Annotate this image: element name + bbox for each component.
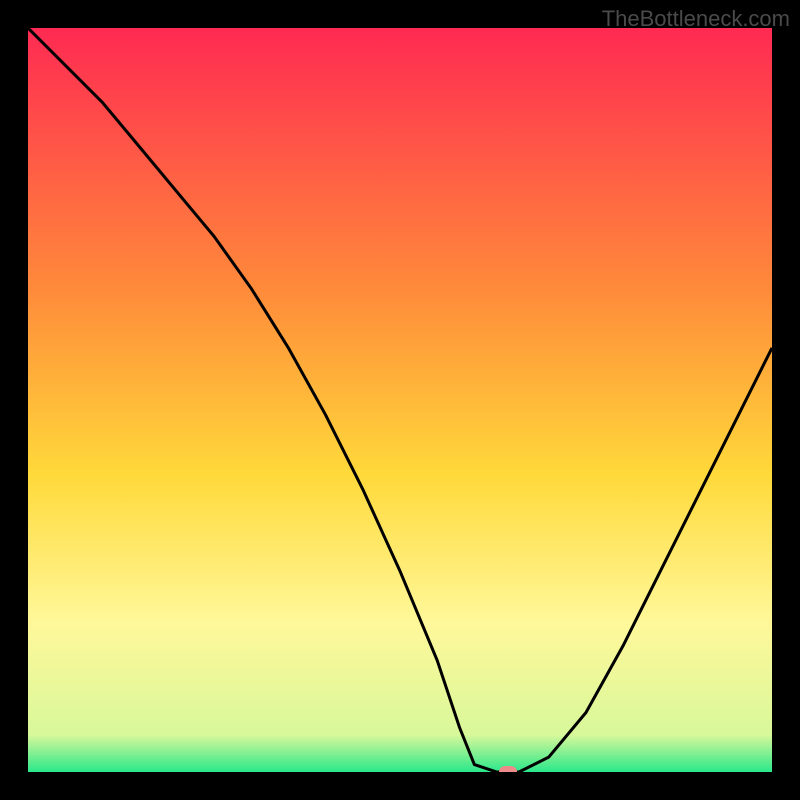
bottleneck-chart: TheBottleneck.com: [0, 0, 800, 800]
optimal-point-marker: [499, 766, 517, 772]
watermark-text: TheBottleneck.com: [602, 6, 790, 32]
curve-line: [28, 28, 772, 772]
plot-area: [28, 28, 772, 772]
